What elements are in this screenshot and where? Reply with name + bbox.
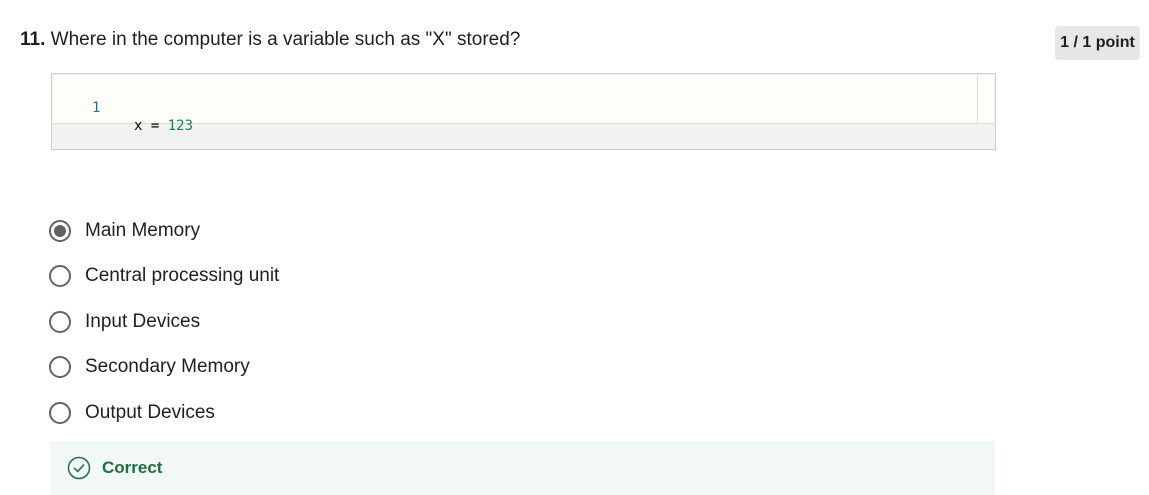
quiz-question-page: 11. Where in the computer is a variable … — [0, 0, 1149, 495]
code-text: x = 123 — [134, 117, 193, 135]
radio-button[interactable] — [49, 401, 71, 424]
radio-button[interactable] — [49, 265, 71, 288]
line-number: 1 — [92, 100, 101, 116]
code-editor[interactable]: 1 x = 123 — [53, 75, 978, 134]
option-central-processing-unit[interactable]: Central processing unit — [49, 254, 279, 300]
code-editor-scrollbar[interactable] — [978, 75, 994, 124]
question-prompt: 11. Where in the computer is a variable … — [20, 28, 520, 52]
code-block: 1 x = 123 — [51, 73, 996, 150]
feedback-banner: Correct — [50, 441, 995, 495]
radio-button[interactable] — [49, 356, 71, 379]
option-main-memory[interactable]: Main Memory — [49, 208, 279, 254]
check-circle-icon — [67, 456, 91, 480]
question-number: 11. — [20, 29, 46, 50]
option-label: Input Devices — [85, 310, 201, 332]
option-output-devices[interactable]: Output Devices — [49, 390, 279, 436]
option-label: Central processing unit — [85, 265, 280, 287]
score-badge: 1 / 1 point — [1055, 26, 1140, 60]
radio-button-selected[interactable] — [49, 219, 71, 242]
option-secondary-memory[interactable]: Secondary Memory — [49, 345, 279, 391]
question-text: Where in the computer is a variable such… — [50, 29, 521, 50]
code-variable: x = — [134, 118, 168, 134]
feedback-status: Correct — [102, 458, 163, 477]
code-line: 1 x = 123 — [53, 81, 193, 153]
radio-button[interactable] — [49, 310, 71, 333]
answer-options: Main Memory Central processing unit Inpu… — [49, 208, 279, 436]
code-number-literal: 123 — [167, 118, 194, 134]
option-label: Output Devices — [85, 401, 215, 423]
option-input-devices[interactable]: Input Devices — [49, 299, 279, 345]
option-label: Secondary Memory — [85, 356, 250, 378]
option-label: Main Memory — [85, 219, 201, 241]
